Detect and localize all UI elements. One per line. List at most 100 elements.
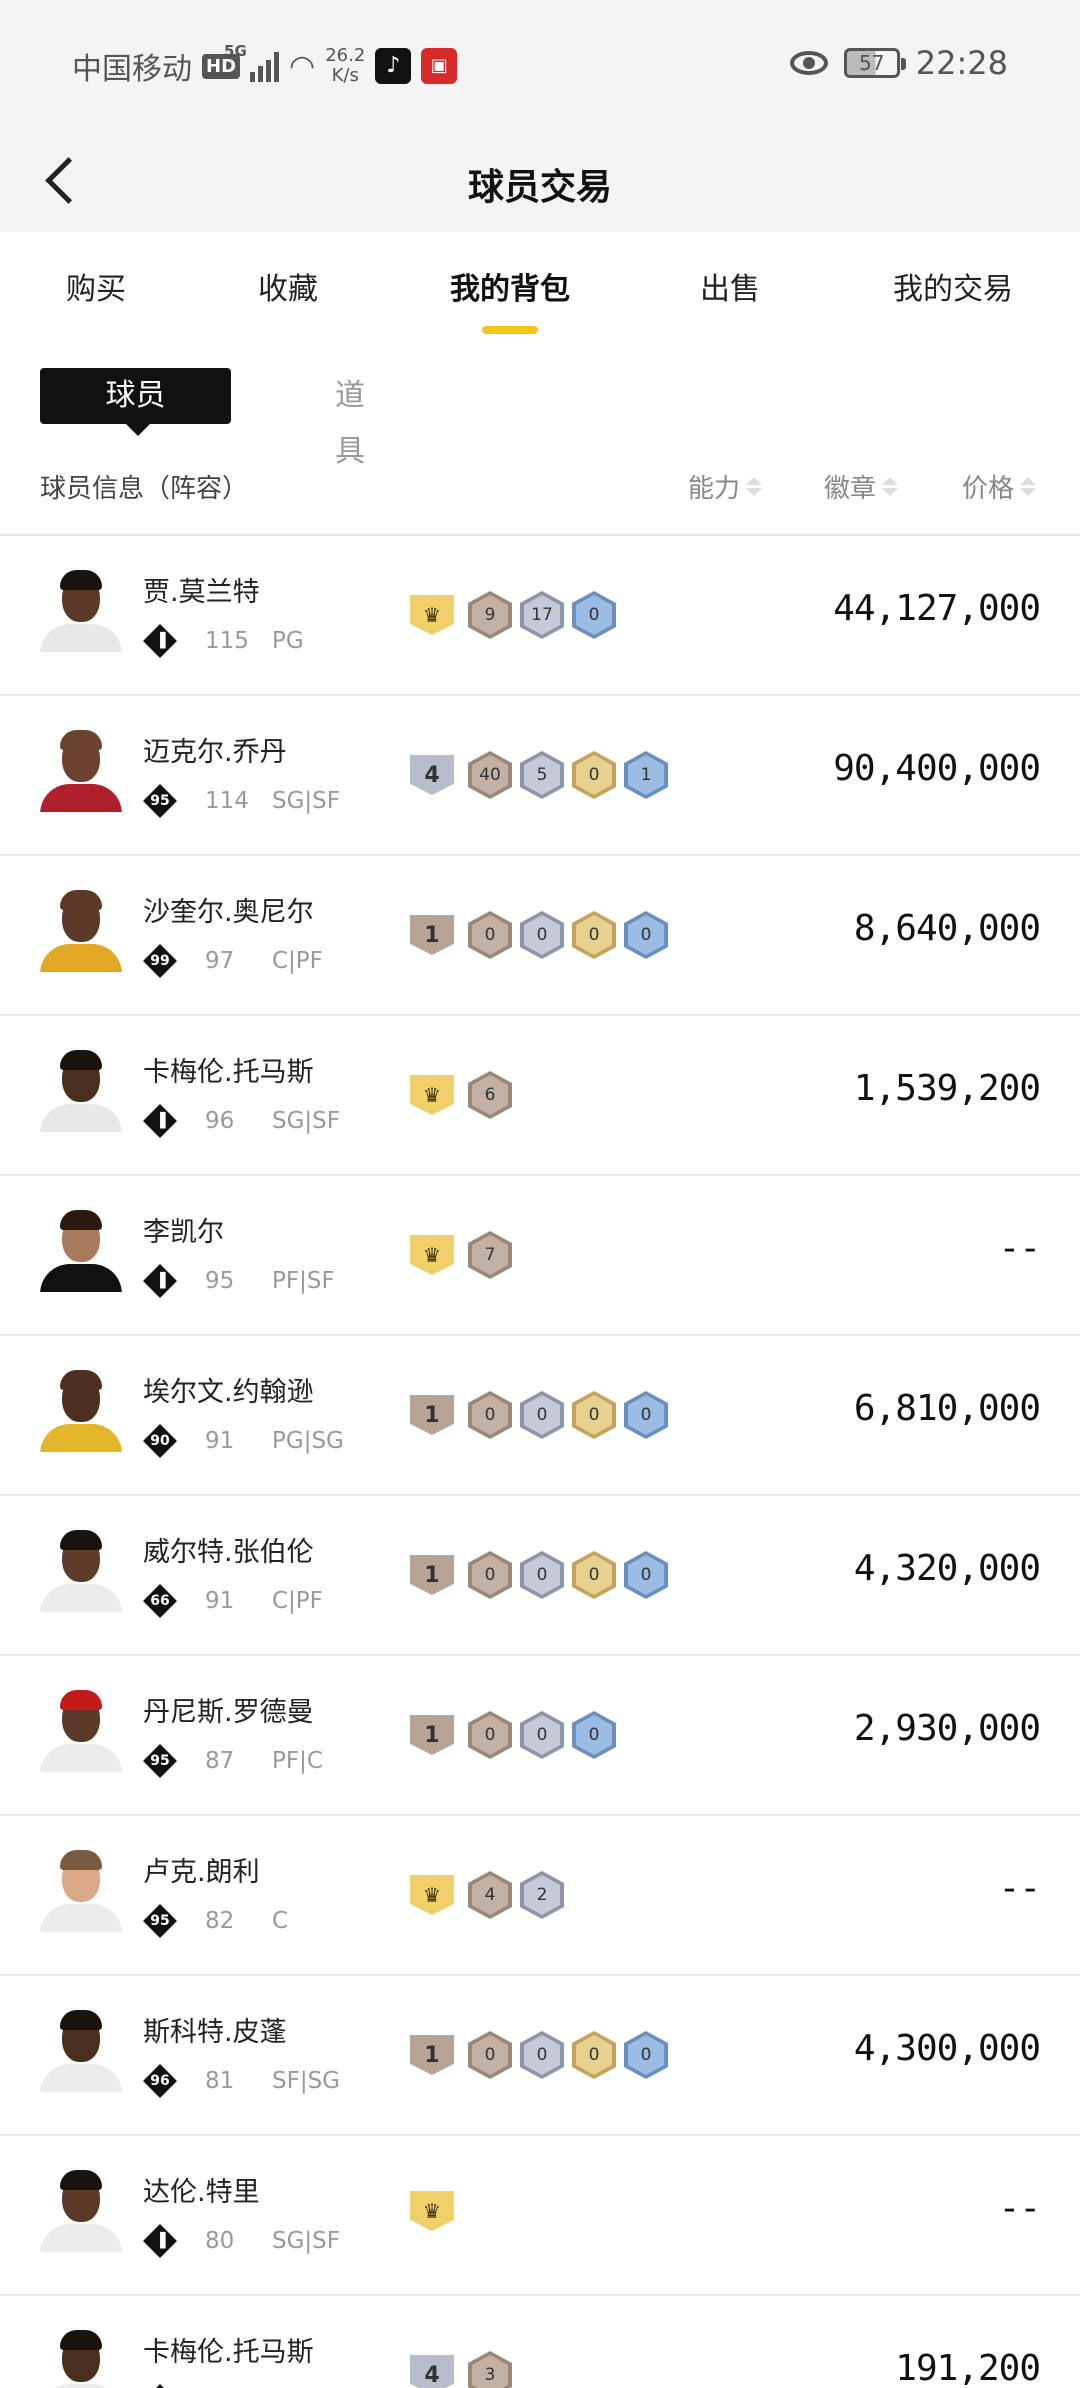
player-avatar <box>40 1210 122 1292</box>
bronze-badge-icon: 9 <box>468 591 512 639</box>
clock: 22:28 <box>915 44 1008 82</box>
player-rating: 91 <box>205 1428 235 1454</box>
player-position: SG|SF <box>272 2228 341 2254</box>
player-row[interactable]: 丹尼斯.罗德曼 95 87 PF|C 1 0 0 0 2,930,000 <box>0 1656 1080 1816</box>
avatar-hair <box>60 2170 102 2190</box>
segment-players[interactable]: 球员 <box>40 368 231 436</box>
player-avatar <box>40 1370 122 1452</box>
bronze-badge-icon: 3 <box>468 2351 512 2388</box>
player-price: 191,200 <box>895 2348 1041 2388</box>
avatar-hair <box>60 1530 102 1550</box>
tab-my-backpack[interactable]: 我的背包 <box>450 264 570 308</box>
tier-icon: ▐ <box>143 2384 177 2388</box>
active-tab-indicator <box>482 326 538 334</box>
badge-count: 0 <box>524 2035 560 2075</box>
tier-icon: 95 <box>143 1904 177 1938</box>
app-notification-icon: ▣ <box>421 48 458 84</box>
avatar-hair <box>60 1370 102 1390</box>
badge-group: ♛ <box>410 2191 460 2231</box>
badge-count: 0 <box>628 1555 664 1595</box>
sort-badge[interactable]: 徽章 <box>824 468 899 505</box>
player-row[interactable]: 斯科特.皮蓬 96 81 SF|SG 1 0 0 0 0 4,300,000 <box>0 1976 1080 2136</box>
player-rating: 95 <box>205 1268 235 1294</box>
player-row[interactable]: 卡梅伦.托马斯 ▐ 43 191,200 <box>0 2296 1080 2388</box>
player-price: -- <box>998 1868 1041 1909</box>
player-row[interactable]: 沙奎尔.奥尼尔 99 97 C|PF 1 0 0 0 0 8,640,000 <box>0 856 1080 1016</box>
player-row[interactable]: 李凯尔 ▐ 95 PF|SF ♛ 7 -- <box>0 1176 1080 1336</box>
lineup-count-badge: 1 <box>410 1715 454 1755</box>
player-row[interactable]: 卡梅伦.托马斯 ▐ 96 SG|SF ♛ 6 1,539,200 <box>0 1016 1080 1176</box>
carrier-label: 中国移动 <box>72 52 192 87</box>
tab-buy[interactable]: 购买 <box>66 264 126 308</box>
bronze-badge-icon: 0 <box>468 2031 512 2079</box>
badge-count: 4 <box>472 1875 508 1915</box>
eye-icon <box>789 51 828 75</box>
signal-icon: 5G <box>224 42 280 82</box>
player-price: 1,539,200 <box>853 1068 1041 1109</box>
sort-price[interactable]: 价格 <box>962 468 1037 505</box>
tab-sell[interactable]: 出售 <box>700 264 760 308</box>
badge-count: 0 <box>524 915 560 955</box>
badge-group: 10000 <box>410 911 668 959</box>
badge-count: 0 <box>576 1555 612 1595</box>
tier-bars-icon: ▐ <box>154 1113 166 1129</box>
blue-badge-icon: 0 <box>572 1711 616 1759</box>
player-name: 迈克尔.乔丹 <box>143 737 287 768</box>
player-avatar <box>40 570 122 652</box>
player-position: SG|SF <box>272 1108 341 1134</box>
badge-group: 10000 <box>410 2031 668 2079</box>
badge-count: 0 <box>576 595 612 635</box>
gold-badge-icon: 0 <box>572 2031 616 2079</box>
silver-badge-icon: 17 <box>520 591 564 639</box>
avatar-hair <box>60 570 102 590</box>
avatar-hair <box>60 1050 102 1070</box>
player-row[interactable]: 达伦.特里 ▐ 80 SG|SF ♛ -- <box>0 2136 1080 2296</box>
blue-badge-icon: 0 <box>624 911 668 959</box>
avatar-jersey <box>40 1584 122 1612</box>
tab-favorites[interactable]: 收藏 <box>258 264 318 308</box>
player-price: 8,640,000 <box>853 908 1041 949</box>
segment-items[interactable]: 道具 <box>335 368 365 480</box>
player-row[interactable]: 埃尔文.约翰逊 90 91 PG|SG 1 0 0 0 0 6,810,000 <box>0 1336 1080 1496</box>
network-speed: 26.2 K/s <box>325 46 365 86</box>
app-header: 球员交易 <box>0 130 1080 232</box>
player-name: 沙奎尔.奥尼尔 <box>143 897 314 928</box>
bronze-badge-icon: 6 <box>468 1071 512 1119</box>
badge-group: ♛ 9 17 0 <box>410 591 616 639</box>
gold-badge-icon: 0 <box>572 911 616 959</box>
avatar-hair <box>60 890 102 910</box>
player-row[interactable]: 迈克尔.乔丹 95 114 SG|SF 4 40 5 0 1 90,400,000 <box>0 696 1080 856</box>
player-row[interactable]: 贾.莫兰特 ▐ 115 PG ♛ 9 17 0 44,127,000 <box>0 536 1080 696</box>
silver-badge-icon: 5 <box>520 751 564 799</box>
sort-ability-label: 能力 <box>688 474 741 504</box>
badge-count: 0 <box>524 1715 560 1755</box>
sort-badge-label: 徽章 <box>824 474 877 504</box>
player-name: 卡梅伦.托马斯 <box>143 1057 314 1088</box>
column-player-info: 球员信息（阵容） <box>40 474 249 504</box>
speed-unit: K/s <box>331 65 359 86</box>
tier-icon: 99 <box>143 944 177 978</box>
player-name: 丹尼斯.罗德曼 <box>143 1697 314 1728</box>
bronze-badge-icon: 0 <box>468 1551 512 1599</box>
sort-ability[interactable]: 能力 <box>688 468 763 505</box>
speed-value: 26.2 <box>325 45 366 66</box>
player-avatar <box>40 2010 122 2092</box>
player-row[interactable]: 卢克.朗利 95 82 C ♛ 4 2 -- <box>0 1816 1080 1976</box>
tab-my-trades[interactable]: 我的交易 <box>893 264 1013 308</box>
avatar-jersey <box>40 1744 122 1772</box>
bronze-badge-icon: 7 <box>468 1231 512 1279</box>
silver-badge-icon: 0 <box>520 1711 564 1759</box>
lineup-count-badge: 1 <box>410 2035 454 2075</box>
badge-group: 43 <box>410 2351 512 2388</box>
silver-badge-icon: 0 <box>520 1551 564 1599</box>
tier-rank: 95 <box>150 793 170 809</box>
badge-count: 0 <box>472 1715 508 1755</box>
wifi-icon: ◠ <box>289 48 316 84</box>
badge-count: 0 <box>576 1715 612 1755</box>
player-avatar <box>40 890 122 972</box>
player-row[interactable]: 威尔特.张伯伦 66 91 C|PF 1 0 0 0 0 4,320,000 <box>0 1496 1080 1656</box>
badge-count: 3 <box>472 2355 508 2388</box>
sort-arrows-icon <box>882 477 899 496</box>
silver-badge-icon: 0 <box>520 2031 564 2079</box>
bronze-badge-icon: 4 <box>468 1871 512 1919</box>
